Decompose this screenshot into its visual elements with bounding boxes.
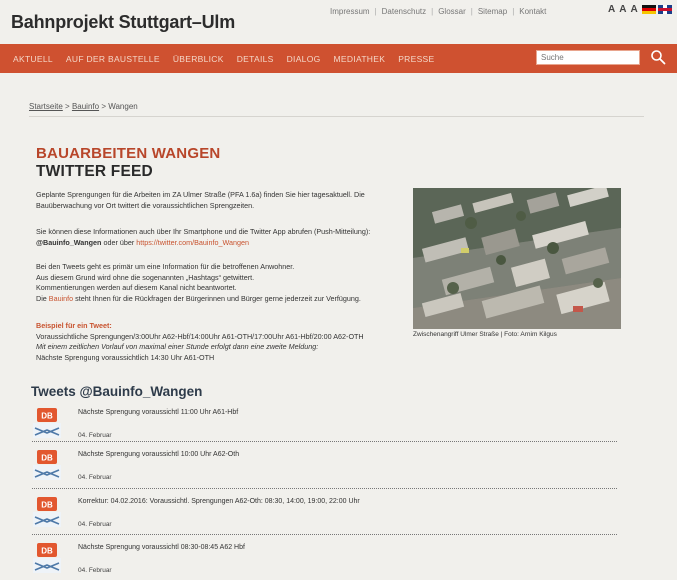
tweet-text: Nächste Sprengung voraussichtl 10:00 Uhr…: [78, 451, 240, 458]
breadcrumb-current: Wangen: [108, 102, 138, 111]
tweet-date[interactable]: 04. Februar: [78, 567, 112, 574]
db-avatar-icon: DB: [33, 450, 61, 480]
construction-site-photo: [413, 188, 621, 329]
nav-item-dialog[interactable]: Dialog: [274, 54, 321, 64]
divider: [29, 116, 644, 117]
tweet-divider: [32, 488, 617, 489]
tweet-divider: [32, 534, 617, 535]
search-icon[interactable]: [650, 49, 666, 65]
nav-item-details[interactable]: Details: [224, 54, 274, 64]
site-logo[interactable]: Bahnprojekt Stuttgart–Ulm: [11, 12, 235, 33]
nav-item-auf-der-baustelle[interactable]: Auf der Baustelle: [53, 54, 160, 64]
twitter-link[interactable]: https://twitter.com/Bauinfo_Wangen: [136, 238, 249, 247]
font-size-selector[interactable]: A A A: [608, 4, 639, 15]
tweet-item[interactable]: DB Nächste Sprengung voraussichtl 10:00 …: [32, 445, 617, 489]
tweets-heading: Tweets @Bauinfo_Wangen: [31, 384, 203, 399]
tweet-divider: [32, 441, 617, 442]
photo-caption: Zwischenangriff Ulmer Straße | Foto: Arn…: [413, 331, 557, 338]
push-info-paragraph: Sie können diese Informationen auch über…: [36, 227, 371, 247]
db-avatar-icon: DB: [33, 543, 61, 573]
language-flags: [642, 5, 672, 14]
breadcrumb: Startseite > Bauinfo > Wangen: [29, 102, 138, 111]
svg-text:DB: DB: [41, 501, 53, 510]
page-title: BAUARBEITEN WANGEN: [36, 145, 221, 162]
example-block: Beispiel für ein Tweet: Voraussichtliche…: [36, 321, 416, 363]
german-flag-icon[interactable]: [642, 5, 656, 14]
example-title: Beispiel für ein Tweet:: [36, 321, 112, 330]
meta-link-kontakt[interactable]: Kontakt: [519, 7, 546, 16]
meta-link-sitemap[interactable]: Sitemap: [478, 7, 507, 16]
svg-text:DB: DB: [41, 412, 53, 421]
svg-text:DB: DB: [41, 547, 53, 556]
search-input[interactable]: [536, 50, 640, 65]
tweet-item[interactable]: DB Nächste Sprengung voraussichtl 08:30-…: [32, 538, 617, 580]
meta-link-impressum[interactable]: Impressum: [330, 7, 370, 16]
breadcrumb-bauinfo[interactable]: Bauinfo: [72, 102, 99, 111]
meta-link-glossar[interactable]: Glossar: [438, 7, 466, 16]
svg-text:DB: DB: [41, 454, 53, 463]
bauinfo-link[interactable]: Bauinfo: [49, 294, 73, 303]
nav-item-mediathek[interactable]: Mediathek: [321, 54, 386, 64]
meta-link-datenschutz[interactable]: Datenschutz: [382, 7, 426, 16]
nav-item-aktuell[interactable]: Aktuell: [0, 54, 53, 64]
page-subtitle: TWITTER FEED: [36, 163, 153, 180]
breadcrumb-startseite[interactable]: Startseite: [29, 102, 63, 111]
nav-item-presse[interactable]: Presse: [385, 54, 434, 64]
tweet-text: Nächste Sprengung voraussichtl 08:30-08:…: [78, 544, 245, 551]
intro-paragraph: Geplante Sprengungen für die Arbeiten im…: [36, 190, 365, 210]
tweet-info-paragraph: Bei den Tweets geht es primär um eine In…: [36, 262, 361, 303]
nav-item-ueberblick[interactable]: Überblick: [160, 54, 224, 64]
tweet-item[interactable]: DB Korrektur: 04.02.2016: Voraussichtl. …: [32, 492, 617, 536]
tweet-date[interactable]: 04. Februar: [78, 432, 112, 439]
db-avatar-icon: DB: [33, 408, 61, 438]
tweet-text: Nächste Sprengung voraussichtl 11:00 Uhr…: [78, 409, 239, 416]
site-header: Bahnprojekt Stuttgart–Ulm Impressum | Date…: [0, 0, 677, 44]
db-avatar-icon: DB: [33, 497, 61, 527]
tweet-date[interactable]: 04. Februar: [78, 521, 112, 528]
tweet-text: Korrektur: 04.02.2016: Voraussichtl. Spr…: [78, 498, 360, 505]
twitter-handle: @Bauinfo_Wangen: [36, 237, 102, 247]
tweet-date[interactable]: 04. Februar: [78, 474, 112, 481]
meta-links: Impressum | Datenschutz | Glossar | Sitemap | Ko…: [330, 7, 547, 16]
main-nav: Aktuell Auf der Baustelle Überblick Deta…: [0, 44, 677, 73]
uk-flag-icon[interactable]: [658, 5, 672, 14]
